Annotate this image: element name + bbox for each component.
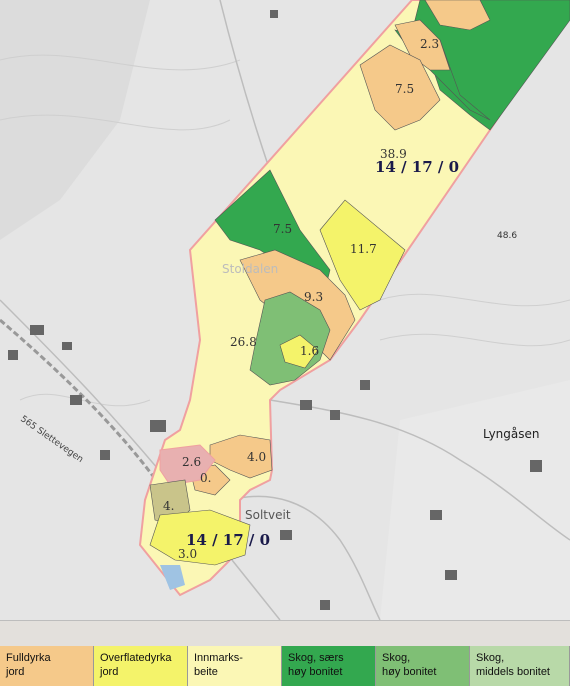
place-name-lyngasen: Lyngåsen bbox=[483, 427, 540, 441]
area-label: 11.7 bbox=[350, 242, 377, 256]
legend-label-line2: middels bonitet bbox=[476, 666, 550, 678]
legend-label-line1: Skog, bbox=[476, 652, 505, 664]
legend-item-overflatedyrka: Overflatedyrka jord bbox=[94, 646, 188, 686]
legend-label-line2: jord bbox=[100, 666, 119, 678]
legend-label-line1: Fulldyrka bbox=[6, 652, 51, 664]
area-label: 3.0 bbox=[178, 547, 197, 561]
legend-label-line1: Innmarks- bbox=[194, 652, 243, 664]
area-label: 9.3 bbox=[304, 290, 323, 304]
legend: Fulldyrka jord Overflatedyrka jord Innma… bbox=[0, 646, 570, 686]
area-label: 7.5 bbox=[395, 82, 414, 96]
legend-item-fulldyrka: Fulldyrka jord bbox=[0, 646, 94, 686]
area-label: 4. bbox=[163, 499, 174, 513]
area-label: 0. bbox=[200, 471, 211, 485]
legend-label-line2: høy bonitet bbox=[288, 666, 343, 678]
parcel-id-label: 14 / 17 / 0 bbox=[375, 158, 459, 176]
area-label: 26.8 bbox=[230, 335, 257, 349]
legend-label-line1: Skog, bbox=[382, 652, 411, 664]
legend-item-skog-saers: Skog, særs høy bonitet bbox=[282, 646, 376, 686]
place-name-soltveit: Soltveit bbox=[245, 508, 291, 522]
map-canvas[interactable]: 2.3 7.5 38.9 7.5 11.7 9.3 26.8 1.6 4.0 2… bbox=[0, 0, 570, 620]
area-label: 4.0 bbox=[247, 450, 266, 464]
legend-label-line2: høy bonitet bbox=[382, 666, 437, 678]
legend-label-line2: beite bbox=[194, 666, 218, 678]
place-name-stoldalen: Stoldalen bbox=[222, 262, 278, 276]
parcel-id-label: 14 / 17 / 0 bbox=[186, 531, 270, 549]
legend-label-line1: Overflatedyrka bbox=[100, 652, 172, 664]
area-label: 1.6 bbox=[300, 344, 319, 358]
legend-item-skog-middels: Skog, middels bonitet bbox=[470, 646, 570, 686]
area-label: 2.3 bbox=[420, 37, 439, 51]
area-label: 2.6 bbox=[182, 455, 201, 469]
legend-label-line1: Skog, særs bbox=[288, 652, 344, 664]
legend-item-innmarksbeite: Innmarks- beite bbox=[188, 646, 282, 686]
elevation-label: 48.6 bbox=[497, 231, 517, 241]
legend-label-line2: jord bbox=[6, 666, 25, 678]
legend-item-skog-hoy: Skog, høy bonitet bbox=[376, 646, 470, 686]
legend-header-strip bbox=[0, 620, 570, 647]
area-label: 7.5 bbox=[273, 222, 292, 236]
